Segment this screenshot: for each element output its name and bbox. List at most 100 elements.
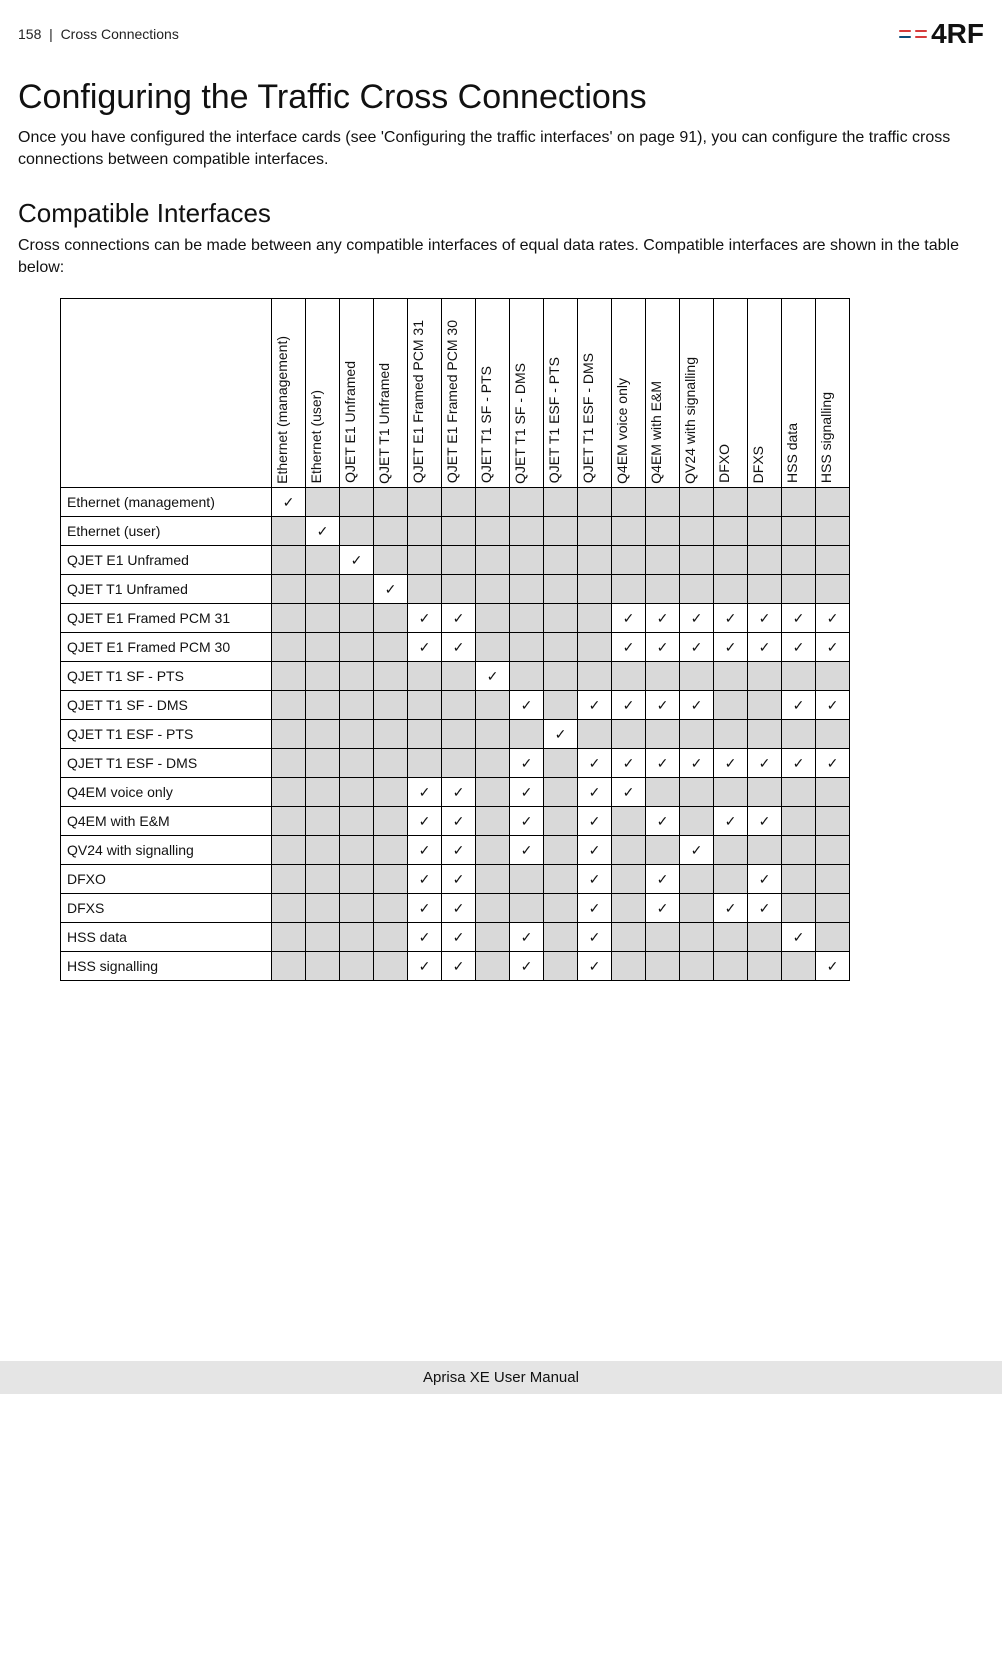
compat-cell [272,517,306,546]
compat-cell [612,894,646,923]
compat-cell: ✓ [782,923,816,952]
table-row: HSS data✓✓✓✓✓ [61,923,850,952]
compat-cell [816,517,850,546]
row-header: DFXS [61,894,272,923]
compat-cell [408,546,442,575]
compat-cell [544,691,578,720]
compat-cell [578,604,612,633]
compat-cell [714,836,748,865]
compat-cell [510,662,544,691]
compat-cell: ✓ [782,604,816,633]
compat-cell [340,807,374,836]
compat-cell [714,546,748,575]
compat-cell: ✓ [748,865,782,894]
compat-cell [646,720,680,749]
compat-cell [442,720,476,749]
col-header: QJET T1 Unframed [374,299,408,488]
compat-cell [374,691,408,720]
col-header: HSS signalling [816,299,850,488]
table-row: QJET T1 ESF - PTS✓ [61,720,850,749]
compat-cell: ✓ [442,923,476,952]
compat-cell: ✓ [442,952,476,981]
compat-cell [680,807,714,836]
compat-cell [272,923,306,952]
compat-cell [306,633,340,662]
compat-cell: ✓ [578,836,612,865]
compat-cell: ✓ [408,894,442,923]
compat-cell [646,575,680,604]
intro-paragraph: Once you have configured the interface c… [18,127,998,170]
compat-cell [544,952,578,981]
col-header: QJET E1 Framed PCM 30 [442,299,476,488]
compat-cell [306,662,340,691]
compat-cell [476,865,510,894]
col-header: QJET T1 SF - PTS [476,299,510,488]
compat-cell: ✓ [510,807,544,836]
compat-cell [442,488,476,517]
compat-cell: ✓ [646,633,680,662]
compat-cell [544,923,578,952]
compat-cell [578,575,612,604]
compat-cell [374,749,408,778]
compat-cell [374,604,408,633]
col-header: QV24 with signalling [680,299,714,488]
compat-cell [510,894,544,923]
table-row: Ethernet (user)✓ [61,517,850,546]
compat-cell: ✓ [578,952,612,981]
page-header: 158 | Cross Connections 4RF [0,18,1002,56]
compat-cell: ✓ [612,778,646,807]
compat-cell [680,894,714,923]
compat-cell: ✓ [408,807,442,836]
compat-cell [272,836,306,865]
compat-cell: ✓ [442,865,476,894]
compat-cell [782,865,816,894]
subheading: Compatible Interfaces [18,198,1002,229]
compat-cell: ✓ [408,865,442,894]
compat-cell [680,546,714,575]
compat-cell [782,836,816,865]
compat-cell [748,488,782,517]
compat-cell: ✓ [748,633,782,662]
compat-cell [748,575,782,604]
compat-cell [272,952,306,981]
table-row: QJET T1 ESF - DMS✓✓✓✓✓✓✓✓✓ [61,749,850,778]
compat-cell [544,633,578,662]
compat-cell [306,952,340,981]
compat-cell [408,517,442,546]
compat-cell [476,488,510,517]
compat-cell [510,865,544,894]
compat-cell [374,894,408,923]
compat-cell [272,749,306,778]
compat-cell [340,691,374,720]
compat-cell [476,691,510,720]
compat-cell [340,488,374,517]
compat-cell [612,923,646,952]
compat-cell [646,662,680,691]
compat-cell [612,836,646,865]
col-header: DFXO [714,299,748,488]
compat-cell: ✓ [646,807,680,836]
compat-cell [340,662,374,691]
compat-cell: ✓ [442,633,476,662]
compat-cell [510,604,544,633]
compat-cell [782,662,816,691]
compat-cell: ✓ [748,604,782,633]
compat-cell: ✓ [408,604,442,633]
compat-cell [748,720,782,749]
compat-cell [374,488,408,517]
compat-cell [306,894,340,923]
col-header: Q4EM voice only [612,299,646,488]
col-header-label: QV24 with signalling [682,357,698,484]
compat-cell [748,923,782,952]
logo: 4RF [895,18,984,50]
compat-cell: ✓ [578,865,612,894]
compat-cell [816,923,850,952]
header-section: Cross Connections [61,26,179,42]
compat-cell [680,517,714,546]
col-header: QJET T1 ESF - DMS [578,299,612,488]
compat-cell [646,836,680,865]
compat-cell [782,894,816,923]
compat-cell [510,720,544,749]
compat-cell [306,865,340,894]
compat-cell [612,807,646,836]
